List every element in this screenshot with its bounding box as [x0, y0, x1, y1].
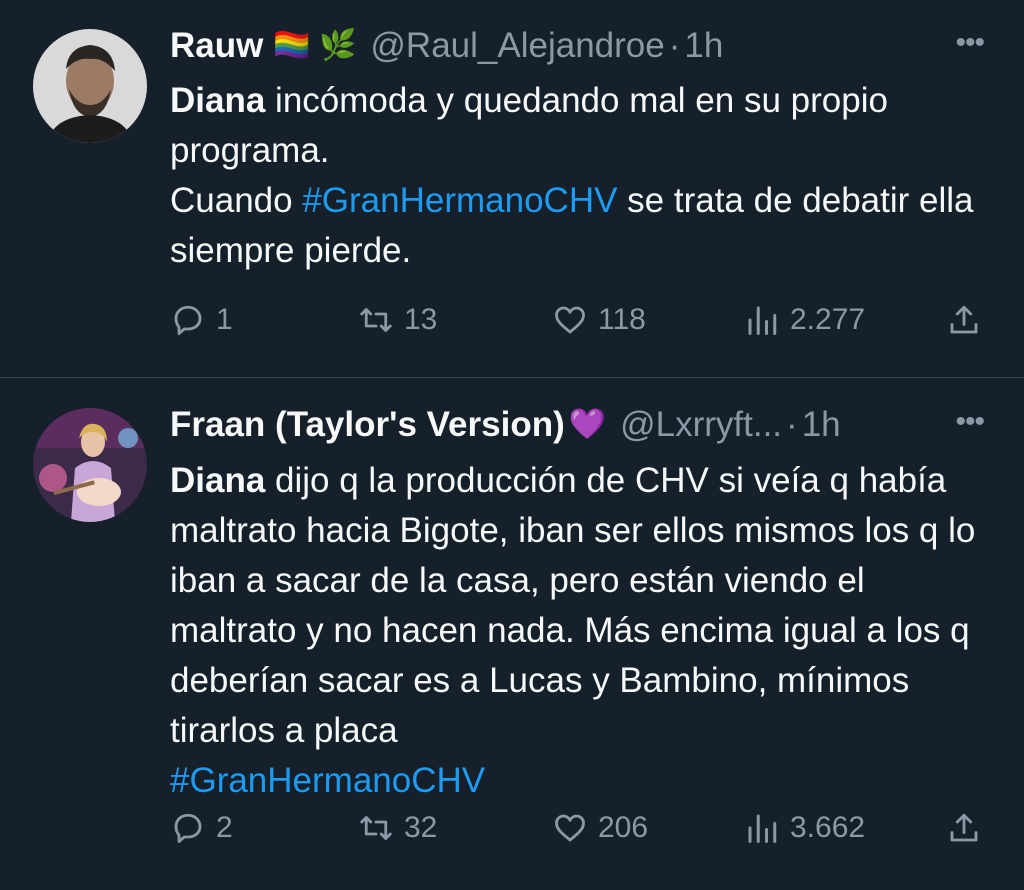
- author-name[interactable]: Rauw: [170, 26, 263, 66]
- avatar[interactable]: [33, 408, 147, 522]
- timestamp[interactable]: 1h: [684, 26, 723, 66]
- text-segment: incómoda y quedando mal en su propio pro…: [170, 81, 888, 170]
- tweet-text: Diana incómoda y quedando mal en su prop…: [170, 76, 1000, 276]
- like-count: 206: [598, 811, 649, 844]
- retweet-button[interactable]: 32: [358, 806, 437, 850]
- retweet-icon: [360, 308, 392, 332]
- views-count: 2.277: [790, 303, 866, 336]
- reply-count: 1: [216, 303, 233, 336]
- retweet-button[interactable]: 13: [358, 298, 437, 342]
- views-icon: [748, 814, 777, 843]
- like-count: 118: [598, 303, 646, 336]
- separator-dot: ·: [668, 26, 681, 65]
- views-count: 3.662: [790, 811, 866, 844]
- reply-count: 2: [216, 811, 233, 844]
- views-button[interactable]: 2.277: [744, 298, 865, 342]
- reply-button[interactable]: 1: [170, 298, 233, 342]
- tweet-header: Fraan (Taylor's Version) 💜 @Lxrryft... ·…: [170, 405, 994, 445]
- hashtag-link[interactable]: #GranHermanoCHV: [170, 761, 485, 800]
- author-name[interactable]: Fraan (Taylor's Version): [170, 405, 565, 445]
- tweet[interactable]: Fraan (Taylor's Version) 💜 @Lxrryft... ·…: [0, 378, 1024, 890]
- share-icon: [950, 813, 978, 842]
- separator-dot: ·: [786, 405, 798, 444]
- share-button[interactable]: [946, 806, 982, 850]
- views-button[interactable]: 3.662: [744, 806, 865, 850]
- share-icon: [950, 305, 978, 334]
- retweet-icon: [360, 816, 392, 840]
- like-icon: [555, 306, 585, 334]
- like-button[interactable]: 206: [552, 806, 648, 850]
- name-emoji: 💜: [568, 408, 607, 441]
- bold-name: Diana: [170, 81, 266, 120]
- bold-name: Diana: [170, 461, 266, 500]
- tweet[interactable]: Rauw 🏳️‍🌈 🌿 @Raul_Alejandroe · 1h ••• Di…: [0, 0, 1024, 378]
- author-handle[interactable]: @Lxrryft...: [620, 405, 782, 445]
- text-segment: dijo q la producción de CHV si veía q ha…: [170, 461, 976, 750]
- reply-icon: [174, 305, 202, 335]
- tweet-header: Rauw 🏳️‍🌈 🌿 @Raul_Alejandroe · 1h •••: [170, 26, 994, 66]
- tweet-text: Diana dijo q la producción de CHV si veí…: [170, 456, 1000, 806]
- action-bar: 2 32 206 3.662: [170, 806, 1000, 850]
- action-bar: 1 13 118 2.277: [170, 298, 1000, 342]
- more-icon[interactable]: •••: [955, 405, 984, 439]
- timestamp[interactable]: 1h: [802, 405, 841, 445]
- hashtag-link[interactable]: #GranHermanoCHV: [302, 181, 617, 220]
- reply-icon: [174, 813, 202, 843]
- views-icon: [748, 306, 777, 335]
- retweet-count: 13: [404, 303, 438, 336]
- like-button[interactable]: 118: [552, 298, 646, 342]
- more-icon[interactable]: •••: [955, 26, 984, 60]
- retweet-count: 32: [404, 811, 438, 844]
- author-handle[interactable]: @Raul_Alejandroe: [370, 26, 664, 66]
- like-icon: [555, 814, 585, 842]
- text-segment: Cuando: [170, 181, 303, 220]
- avatar[interactable]: [33, 29, 147, 143]
- share-button[interactable]: [946, 298, 982, 342]
- name-emoji: 🏳️‍🌈 🌿: [273, 29, 357, 62]
- reply-button[interactable]: 2: [170, 806, 233, 850]
